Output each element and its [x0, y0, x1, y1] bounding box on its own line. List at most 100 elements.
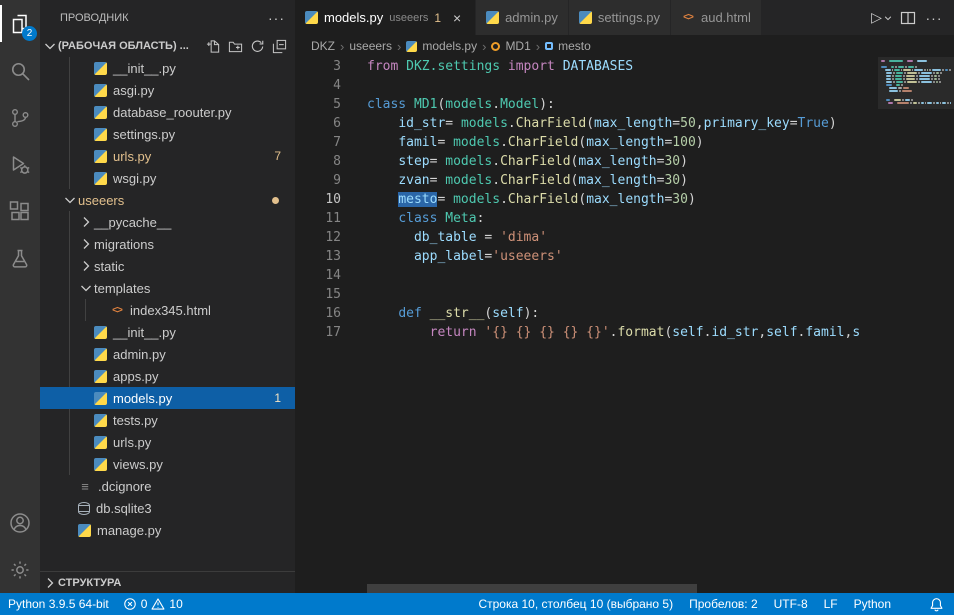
tree-item-models.py[interactable]: models.py1: [40, 387, 295, 409]
tree-item-urls.py[interactable]: urls.py7: [40, 145, 295, 167]
minimap-segment: [903, 87, 910, 89]
tree-item-__init__.py[interactable]: __init__.py: [40, 57, 295, 79]
line-number: 3: [295, 57, 341, 76]
tab-admin.py[interactable]: admin.py: [476, 0, 569, 35]
code-token: zvan: [398, 173, 429, 188]
line-number: 7: [295, 133, 341, 152]
close-icon[interactable]: ×: [449, 10, 465, 26]
python-version-status[interactable]: Python 3.9.5 64-bit: [8, 597, 109, 611]
code-token: CharField: [500, 154, 570, 169]
selected-text: mesto: [398, 192, 437, 207]
new-folder-icon[interactable]: [226, 37, 245, 56]
minimap-segment: [889, 87, 898, 89]
chevron-right-icon: [78, 214, 94, 230]
tree-item-asgi.py[interactable]: asgi.py: [40, 79, 295, 101]
breadcrumb-item-mesto[interactable]: mesto: [545, 39, 591, 53]
line-number: 14: [295, 266, 341, 285]
tree-item-useeers[interactable]: useeers: [40, 189, 295, 211]
minimap-segment: [896, 72, 903, 74]
tree-item-.dcignore[interactable]: ≡.dcignore: [40, 475, 295, 497]
code-token: '{} {} {} {} {}': [484, 325, 609, 340]
tree-item-templates[interactable]: templates: [40, 277, 295, 299]
minimap-segment: [913, 102, 918, 104]
code-line: 3from DKZ.settings import DATABASES: [295, 57, 874, 76]
collapse-all-icon[interactable]: [270, 37, 289, 56]
code-token: models: [445, 173, 492, 188]
outline-section-header[interactable]: СТРУКТУРА: [40, 571, 295, 593]
code-line: 6 id_str= models.CharField(max_length=50…: [295, 114, 874, 133]
notifications-status[interactable]: [929, 597, 944, 612]
minimap-segment: [931, 78, 933, 80]
cursor-position-status[interactable]: Строка 10, столбец 10 (выбрано 5): [478, 597, 673, 611]
tree-item-settings.py[interactable]: settings.py: [40, 123, 295, 145]
code-token: [367, 154, 398, 169]
minimap[interactable]: [878, 57, 954, 108]
minimap-segment: [950, 102, 951, 104]
code-editor[interactable]: 3from DKZ.settings import DATABASES45cla…: [295, 57, 954, 593]
explorer-sidebar: ПРОВОДНИК ··· (РАБОЧАЯ ОБЛАСТЬ) ... __in…: [40, 0, 295, 593]
tree-item-manage.py[interactable]: manage.py: [40, 519, 295, 541]
breadcrumb-item-models.py[interactable]: models.py: [406, 39, 477, 53]
code-token: max_length: [586, 192, 664, 207]
indentation-status[interactable]: Пробелов: 2: [689, 597, 758, 611]
error-count: 0: [141, 597, 148, 611]
run-icon[interactable]: ▷: [870, 5, 894, 31]
search-icon[interactable]: [0, 47, 40, 94]
account-icon[interactable]: [0, 499, 40, 546]
encoding-status[interactable]: UTF-8: [774, 597, 808, 611]
tree-item-wsgi.py[interactable]: wsgi.py: [40, 167, 295, 189]
line-number: 15: [295, 285, 341, 304]
code-token: class: [398, 211, 437, 226]
python-icon: [94, 62, 107, 75]
sidebar-header: ПРОВОДНИК ···: [40, 0, 295, 35]
extensions-icon[interactable]: [0, 188, 40, 235]
tree-item-views.py[interactable]: views.py: [40, 453, 295, 475]
views-more-actions-icon[interactable]: ···: [268, 10, 285, 26]
breadcrumb-label: models.py: [422, 39, 477, 53]
tab-settings.py[interactable]: settings.py: [569, 0, 671, 35]
problems-status[interactable]: 010: [123, 597, 183, 611]
breadcrumb-item-useeers[interactable]: useeers: [349, 39, 392, 53]
more-actions-icon[interactable]: ···: [922, 5, 946, 31]
tree-item-apps.py[interactable]: apps.py: [40, 365, 295, 387]
split-editor-icon[interactable]: [896, 5, 920, 31]
tree-item-static[interactable]: static: [40, 255, 295, 277]
refresh-icon[interactable]: [248, 37, 267, 56]
tree-item-database_roouter.py[interactable]: database_roouter.py: [40, 101, 295, 123]
breadcrumb-separator: ›: [340, 39, 344, 54]
breadcrumb-item-MD1[interactable]: MD1: [491, 39, 530, 53]
python-icon: [94, 370, 107, 383]
tree-item-__init__.py[interactable]: __init__.py: [40, 321, 295, 343]
code-token: ): [688, 192, 696, 207]
language-mode-status[interactable]: Python: [854, 597, 891, 611]
workspace-section-header[interactable]: (РАБОЧАЯ ОБЛАСТЬ) ...: [40, 35, 295, 57]
explorer-icon[interactable]: 2: [0, 0, 40, 47]
code-token: :: [477, 211, 485, 226]
horizontal-scrollbar[interactable]: [367, 584, 697, 593]
status-bar-right: Строка 10, столбец 10 (выбрано 5) Пробело…: [478, 597, 944, 612]
tree-item-admin.py[interactable]: admin.py: [40, 343, 295, 365]
source-control-icon[interactable]: [0, 94, 40, 141]
code-token: =: [672, 116, 680, 131]
tree-item-migrations[interactable]: migrations: [40, 233, 295, 255]
tab-aud.html[interactable]: <>aud.html: [671, 0, 762, 35]
minimap-segment: [903, 69, 911, 71]
minimap-segment: [934, 78, 936, 80]
minimap-segment: [892, 75, 894, 77]
tree-item-index345.html[interactable]: <>index345.html: [40, 299, 295, 321]
tree-item-__pycache__[interactable]: __pycache__: [40, 211, 295, 233]
new-file-icon[interactable]: [204, 37, 223, 56]
run-debug-icon[interactable]: [0, 141, 40, 188]
minimap-segment: [908, 66, 914, 68]
tree-item-tests.py[interactable]: tests.py: [40, 409, 295, 431]
python-icon: [94, 172, 107, 185]
testing-icon[interactable]: [0, 235, 40, 282]
code-token: .: [492, 154, 500, 169]
tree-item-db.sqlite3[interactable]: db.sqlite3: [40, 497, 295, 519]
settings-icon[interactable]: [0, 546, 40, 593]
eol-status[interactable]: LF: [824, 597, 838, 611]
code-token: [367, 173, 398, 188]
tab-models.py[interactable]: models.pyuseeers1×: [295, 0, 476, 35]
tree-item-urls.py[interactable]: urls.py: [40, 431, 295, 453]
breadcrumb-item-DKZ[interactable]: DKZ: [311, 39, 335, 53]
